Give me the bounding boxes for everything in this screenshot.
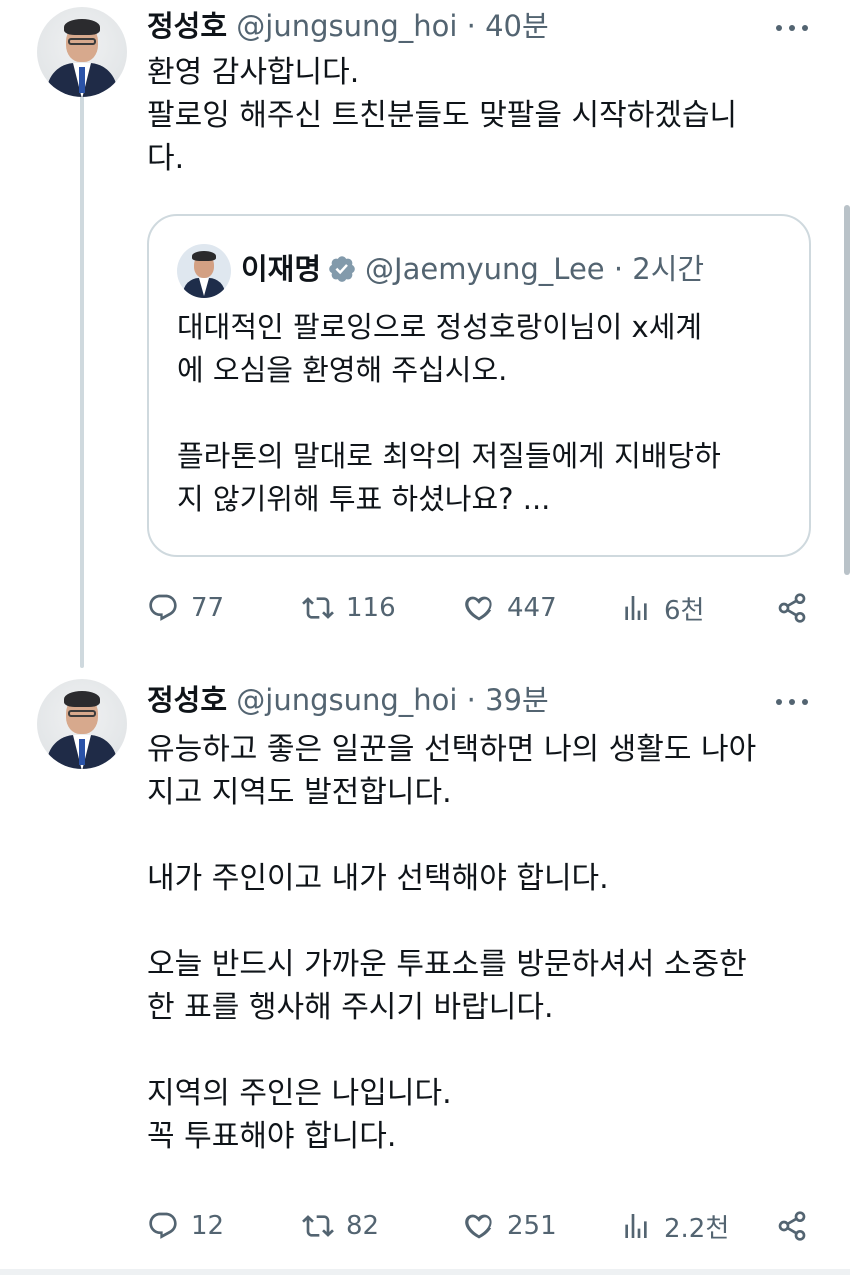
text-line: 한 표를 행사해 주시기 바랍니다. <box>147 990 554 1025</box>
quoted-tweet[interactable]: 이재명 @Jaemyung_Lee · 2시간 대대적인 팔로잉으로 정성호랑이님… <box>147 214 811 557</box>
views-icon <box>620 592 652 624</box>
like-count: 447 <box>507 593 557 623</box>
text-line: 플라톤의 말대로 최악의 저질들에게 지배당하 <box>177 439 721 473</box>
retweet-count: 116 <box>346 593 396 623</box>
share-button[interactable] <box>776 1206 808 1246</box>
views-icon <box>620 1210 652 1242</box>
text-line: 오늘 반드시 가까운 투표소를 방문하셔서 소중한 <box>147 947 747 982</box>
share-icon <box>776 592 808 624</box>
tweet-header: 정성호 @jungsung_hoi · 40분 <box>147 7 549 45</box>
text-line: 환영 감사합니다. <box>147 55 360 90</box>
like-icon <box>463 592 495 624</box>
handle[interactable]: @jungsung_hoi <box>236 683 457 717</box>
separator: · <box>466 9 476 43</box>
more-icon[interactable] <box>776 696 808 708</box>
retweet-icon <box>302 1210 334 1242</box>
reply-count: 77 <box>191 593 225 623</box>
text-line: 내가 주인이고 내가 선택해야 합니다. <box>147 861 609 896</box>
text-line-blank <box>177 392 721 435</box>
avatar[interactable] <box>37 7 127 97</box>
scrollbar[interactable] <box>844 205 850 575</box>
text-line: 팔로잉 해주신 트친분들도 맞팔을 시작하겠습니 <box>147 98 738 133</box>
quoted-text: 대대적인 팔로잉으로 정성호랑이님이 x세계 에 오심을 환영해 주십시오. 플… <box>177 306 721 521</box>
retweet-button[interactable]: 82 <box>302 1206 379 1246</box>
timestamp[interactable]: 40분 <box>485 9 549 43</box>
view-count: 6천 <box>664 595 705 626</box>
text-line-blank <box>147 814 756 857</box>
reply-icon <box>147 592 179 624</box>
text-line: 지고 지역도 발전합니다. <box>147 775 452 810</box>
avatar[interactable] <box>37 679 127 769</box>
timestamp[interactable]: 39분 <box>485 683 549 717</box>
quoted-handle: @Jaemyung_Lee <box>365 252 605 286</box>
view-count: 2.2천 <box>664 1213 730 1244</box>
share-button[interactable] <box>776 588 808 628</box>
verified-badge-icon <box>329 256 355 282</box>
quoted-timestamp: 2시간 <box>632 252 705 286</box>
reply-button[interactable]: 77 <box>147 588 224 628</box>
separator: · <box>613 252 624 286</box>
reply-icon <box>147 1210 179 1242</box>
tweet-text: 유능하고 좋은 일꾼을 선택하면 나의 생활도 나아 지고 지역도 발전합니다.… <box>147 728 756 1158</box>
text-line-blank <box>147 900 756 943</box>
separator: · <box>466 683 476 717</box>
retweet-icon <box>302 592 334 624</box>
thread-connector <box>80 96 84 668</box>
quoted-avatar <box>177 244 231 298</box>
text-line-blank <box>147 1029 756 1072</box>
text-line: 유능하고 좋은 일꾼을 선택하면 나의 생활도 나아 <box>147 732 757 767</box>
handle[interactable]: @jungsung_hoi <box>236 9 457 43</box>
retweet-button[interactable]: 116 <box>302 588 396 628</box>
share-icon <box>776 1210 808 1242</box>
tweet-header: 정성호 @jungsung_hoi · 39분 <box>147 681 549 719</box>
bottom-divider <box>0 1269 850 1275</box>
text-line: 지역의 주인은 나입니다. <box>147 1076 452 1111</box>
action-bar: 77 116 447 6천 <box>147 588 810 628</box>
action-bar: 12 82 251 2.2천 <box>147 1206 810 1246</box>
views-button[interactable]: 6천 <box>620 588 704 628</box>
quoted-display-name: 이재명 <box>241 252 322 286</box>
tweet-text: 환영 감사합니다. 팔로잉 해주신 트친분들도 맞팔을 시작하겠습니 다. <box>147 51 737 180</box>
text-line: 에 오심을 환영해 주십시오. <box>177 353 508 387</box>
text-line: 대대적인 팔로잉으로 정성호랑이님이 x세계 <box>177 310 703 344</box>
quoted-header: 이재명 @Jaemyung_Lee · 2시간 <box>241 250 704 288</box>
reply-count: 12 <box>191 1211 225 1241</box>
retweet-count: 82 <box>346 1211 380 1241</box>
like-icon <box>463 1210 495 1242</box>
reply-button[interactable]: 12 <box>147 1206 224 1246</box>
like-count: 251 <box>507 1211 557 1241</box>
like-button[interactable]: 251 <box>463 1206 557 1246</box>
text-line: 꼭 투표해야 합니다. <box>147 1119 397 1154</box>
text-line: 다. <box>147 141 185 176</box>
like-button[interactable]: 447 <box>463 588 557 628</box>
more-icon[interactable] <box>776 22 808 34</box>
display-name[interactable]: 정성호 <box>147 9 227 43</box>
views-button[interactable]: 2.2천 <box>620 1206 729 1246</box>
text-line: 지 않기위해 투표 하셨나요? ... <box>177 482 551 516</box>
display-name[interactable]: 정성호 <box>147 683 227 717</box>
